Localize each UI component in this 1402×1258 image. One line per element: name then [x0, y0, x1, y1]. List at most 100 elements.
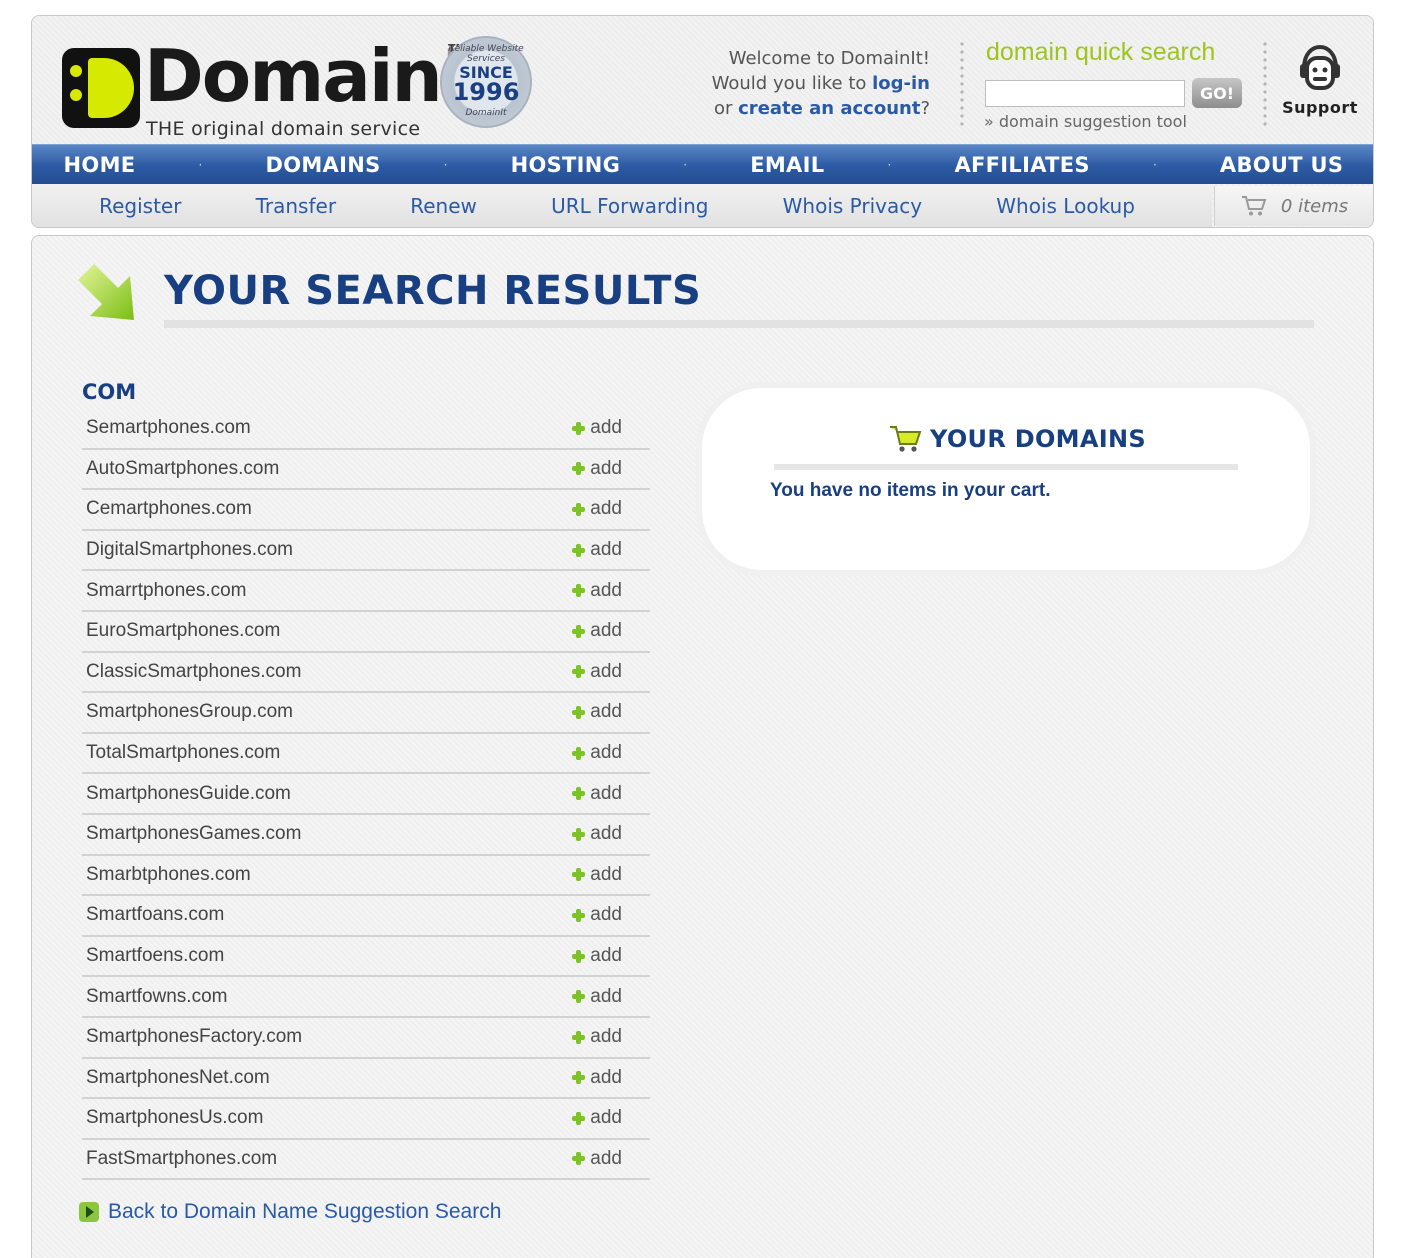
- logo-mark-icon: [62, 48, 140, 128]
- domain-row: AutoSmartphones.com add: [82, 450, 650, 491]
- add-domain-button[interactable]: add: [572, 823, 622, 845]
- add-domain-button[interactable]: add: [572, 1067, 622, 1089]
- plus-icon: [572, 1111, 586, 1125]
- add-domain-button[interactable]: add: [572, 701, 622, 723]
- add-domain-button[interactable]: add: [572, 498, 622, 520]
- plus-icon: [572, 949, 586, 963]
- add-domain-button[interactable]: add: [572, 417, 622, 439]
- tld-heading: COM: [82, 380, 137, 404]
- subnav-whois-privacy[interactable]: Whois Privacy: [783, 194, 922, 218]
- create-account-link[interactable]: create an account: [738, 98, 920, 119]
- domain-row: Smarbtphones.com add: [82, 856, 650, 897]
- domain-name: FastSmartphones.com: [86, 1147, 278, 1169]
- domain-name: Cemartphones.com: [86, 498, 252, 520]
- subnav-transfer[interactable]: Transfer: [256, 194, 336, 218]
- add-domain-button[interactable]: add: [572, 945, 622, 967]
- header-cart[interactable]: 0 items: [1214, 186, 1373, 226]
- nav-separator: ·: [887, 157, 892, 172]
- login-link[interactable]: log-in: [872, 73, 930, 94]
- quick-search-title: domain quick search: [986, 38, 1216, 66]
- quick-search-input[interactable]: [985, 80, 1185, 107]
- domain-name: EuroSmartphones.com: [86, 620, 281, 642]
- plus-icon: [572, 665, 586, 679]
- plus-icon: [572, 705, 586, 719]
- welcome-message: Welcome to DomainIt! Would you like to l…: [711, 48, 930, 119]
- subnav-renew[interactable]: Renew: [410, 194, 477, 218]
- add-domain-button[interactable]: add: [572, 783, 622, 805]
- since-1996-seal-icon: Reliable Website Services SINCE 1996 Dom…: [440, 36, 532, 128]
- domain-name: SmartphonesGames.com: [86, 823, 302, 845]
- logo-wordmark: DomainIt: [144, 34, 488, 118]
- plus-icon: [572, 421, 586, 435]
- add-domain-button[interactable]: add: [572, 458, 622, 480]
- domain-suggestion-tool-link[interactable]: » domain suggestion tool: [984, 112, 1187, 131]
- nav-separator: ·: [443, 157, 448, 172]
- add-domain-button[interactable]: add: [572, 539, 622, 561]
- add-domain-button[interactable]: add: [572, 661, 622, 683]
- subnav-register[interactable]: Register: [99, 194, 181, 218]
- domain-name: Smartfoans.com: [86, 904, 225, 926]
- domain-row: SmartphonesFactory.com add: [82, 1018, 650, 1059]
- domain-row: SmartphonesGames.com add: [82, 815, 650, 856]
- header-divider: [960, 40, 964, 128]
- add-domain-button[interactable]: add: [572, 742, 622, 764]
- back-arrow-icon: [79, 1202, 99, 1222]
- domain-row: SmartphonesGroup.com add: [82, 693, 650, 734]
- your-domains-divider: [774, 464, 1238, 470]
- add-domain-button[interactable]: add: [572, 986, 622, 1008]
- add-domain-button[interactable]: add: [572, 904, 622, 926]
- plus-icon: [572, 908, 586, 922]
- main-content: YOUR SEARCH RESULTS COM Semartphones.com…: [31, 235, 1374, 1258]
- nav-separator: ·: [198, 157, 203, 172]
- page-title: YOUR SEARCH RESULTS: [164, 268, 702, 314]
- domain-row: Smartfoens.com add: [82, 937, 650, 978]
- domain-name: SmartphonesNet.com: [86, 1066, 270, 1088]
- domain-name: AutoSmartphones.com: [86, 457, 280, 479]
- domain-results-list: Semartphones.com add AutoSmartphones.com a…: [82, 409, 650, 1181]
- header-divider: [1263, 40, 1267, 128]
- nav-home[interactable]: HOME: [64, 153, 136, 177]
- plus-icon: [572, 868, 586, 882]
- nav-email[interactable]: EMAIL: [750, 153, 824, 177]
- add-domain-button[interactable]: add: [572, 1107, 622, 1129]
- nav-separator: ·: [1152, 157, 1157, 172]
- nav-separator: ·: [683, 157, 688, 172]
- title-divider: [164, 320, 1314, 328]
- empty-cart-message: You have no items in your cart.: [770, 480, 1051, 501]
- domain-row: EuroSmartphones.com add: [82, 612, 650, 653]
- domain-row: Smartfowns.com add: [82, 977, 650, 1018]
- domain-row: DigitalSmartphones.com add: [82, 531, 650, 572]
- add-domain-button[interactable]: add: [572, 1148, 622, 1170]
- nav-hosting[interactable]: HOSTING: [511, 153, 621, 177]
- support-button[interactable]: Support: [1282, 44, 1358, 117]
- domain-row: Semartphones.com add: [82, 409, 650, 450]
- domain-name: ClassicSmartphones.com: [86, 660, 302, 682]
- subnav-whois-lookup[interactable]: Whois Lookup: [996, 194, 1135, 218]
- cart-icon: [890, 426, 922, 452]
- plus-icon: [572, 1152, 586, 1166]
- plus-icon: [572, 990, 586, 1004]
- domain-row: SmartphonesUs.com add: [82, 1099, 650, 1140]
- plus-icon: [572, 1071, 586, 1085]
- domain-row: FastSmartphones.com add: [82, 1140, 650, 1181]
- back-to-suggestion-search-link[interactable]: Back to Domain Name Suggestion Search: [78, 1200, 501, 1224]
- green-arrow-icon: [78, 264, 134, 320]
- add-domain-button[interactable]: add: [572, 580, 622, 602]
- plus-icon: [572, 502, 586, 516]
- headset-icon: [1300, 44, 1340, 90]
- support-label: Support: [1282, 98, 1358, 117]
- add-domain-button[interactable]: add: [572, 620, 622, 642]
- domain-row: SmartphonesNet.com add: [82, 1059, 650, 1100]
- domain-name: SmartphonesFactory.com: [86, 1026, 303, 1048]
- subnav-url-forwarding[interactable]: URL Forwarding: [551, 194, 708, 218]
- domain-row: Smarrtphones.com add: [82, 571, 650, 612]
- domain-name: Semartphones.com: [86, 417, 251, 439]
- nav-domains[interactable]: DOMAINS: [265, 153, 380, 177]
- plus-icon: [572, 624, 586, 638]
- quick-search-go-button[interactable]: GO!: [1192, 78, 1242, 108]
- nav-affiliates[interactable]: AFFILIATES: [954, 153, 1089, 177]
- add-domain-button[interactable]: add: [572, 1026, 622, 1048]
- add-domain-button[interactable]: add: [572, 864, 622, 886]
- logo-tagline: THE original domain service: [146, 118, 421, 140]
- nav-about-us[interactable]: ABOUT US: [1220, 153, 1343, 177]
